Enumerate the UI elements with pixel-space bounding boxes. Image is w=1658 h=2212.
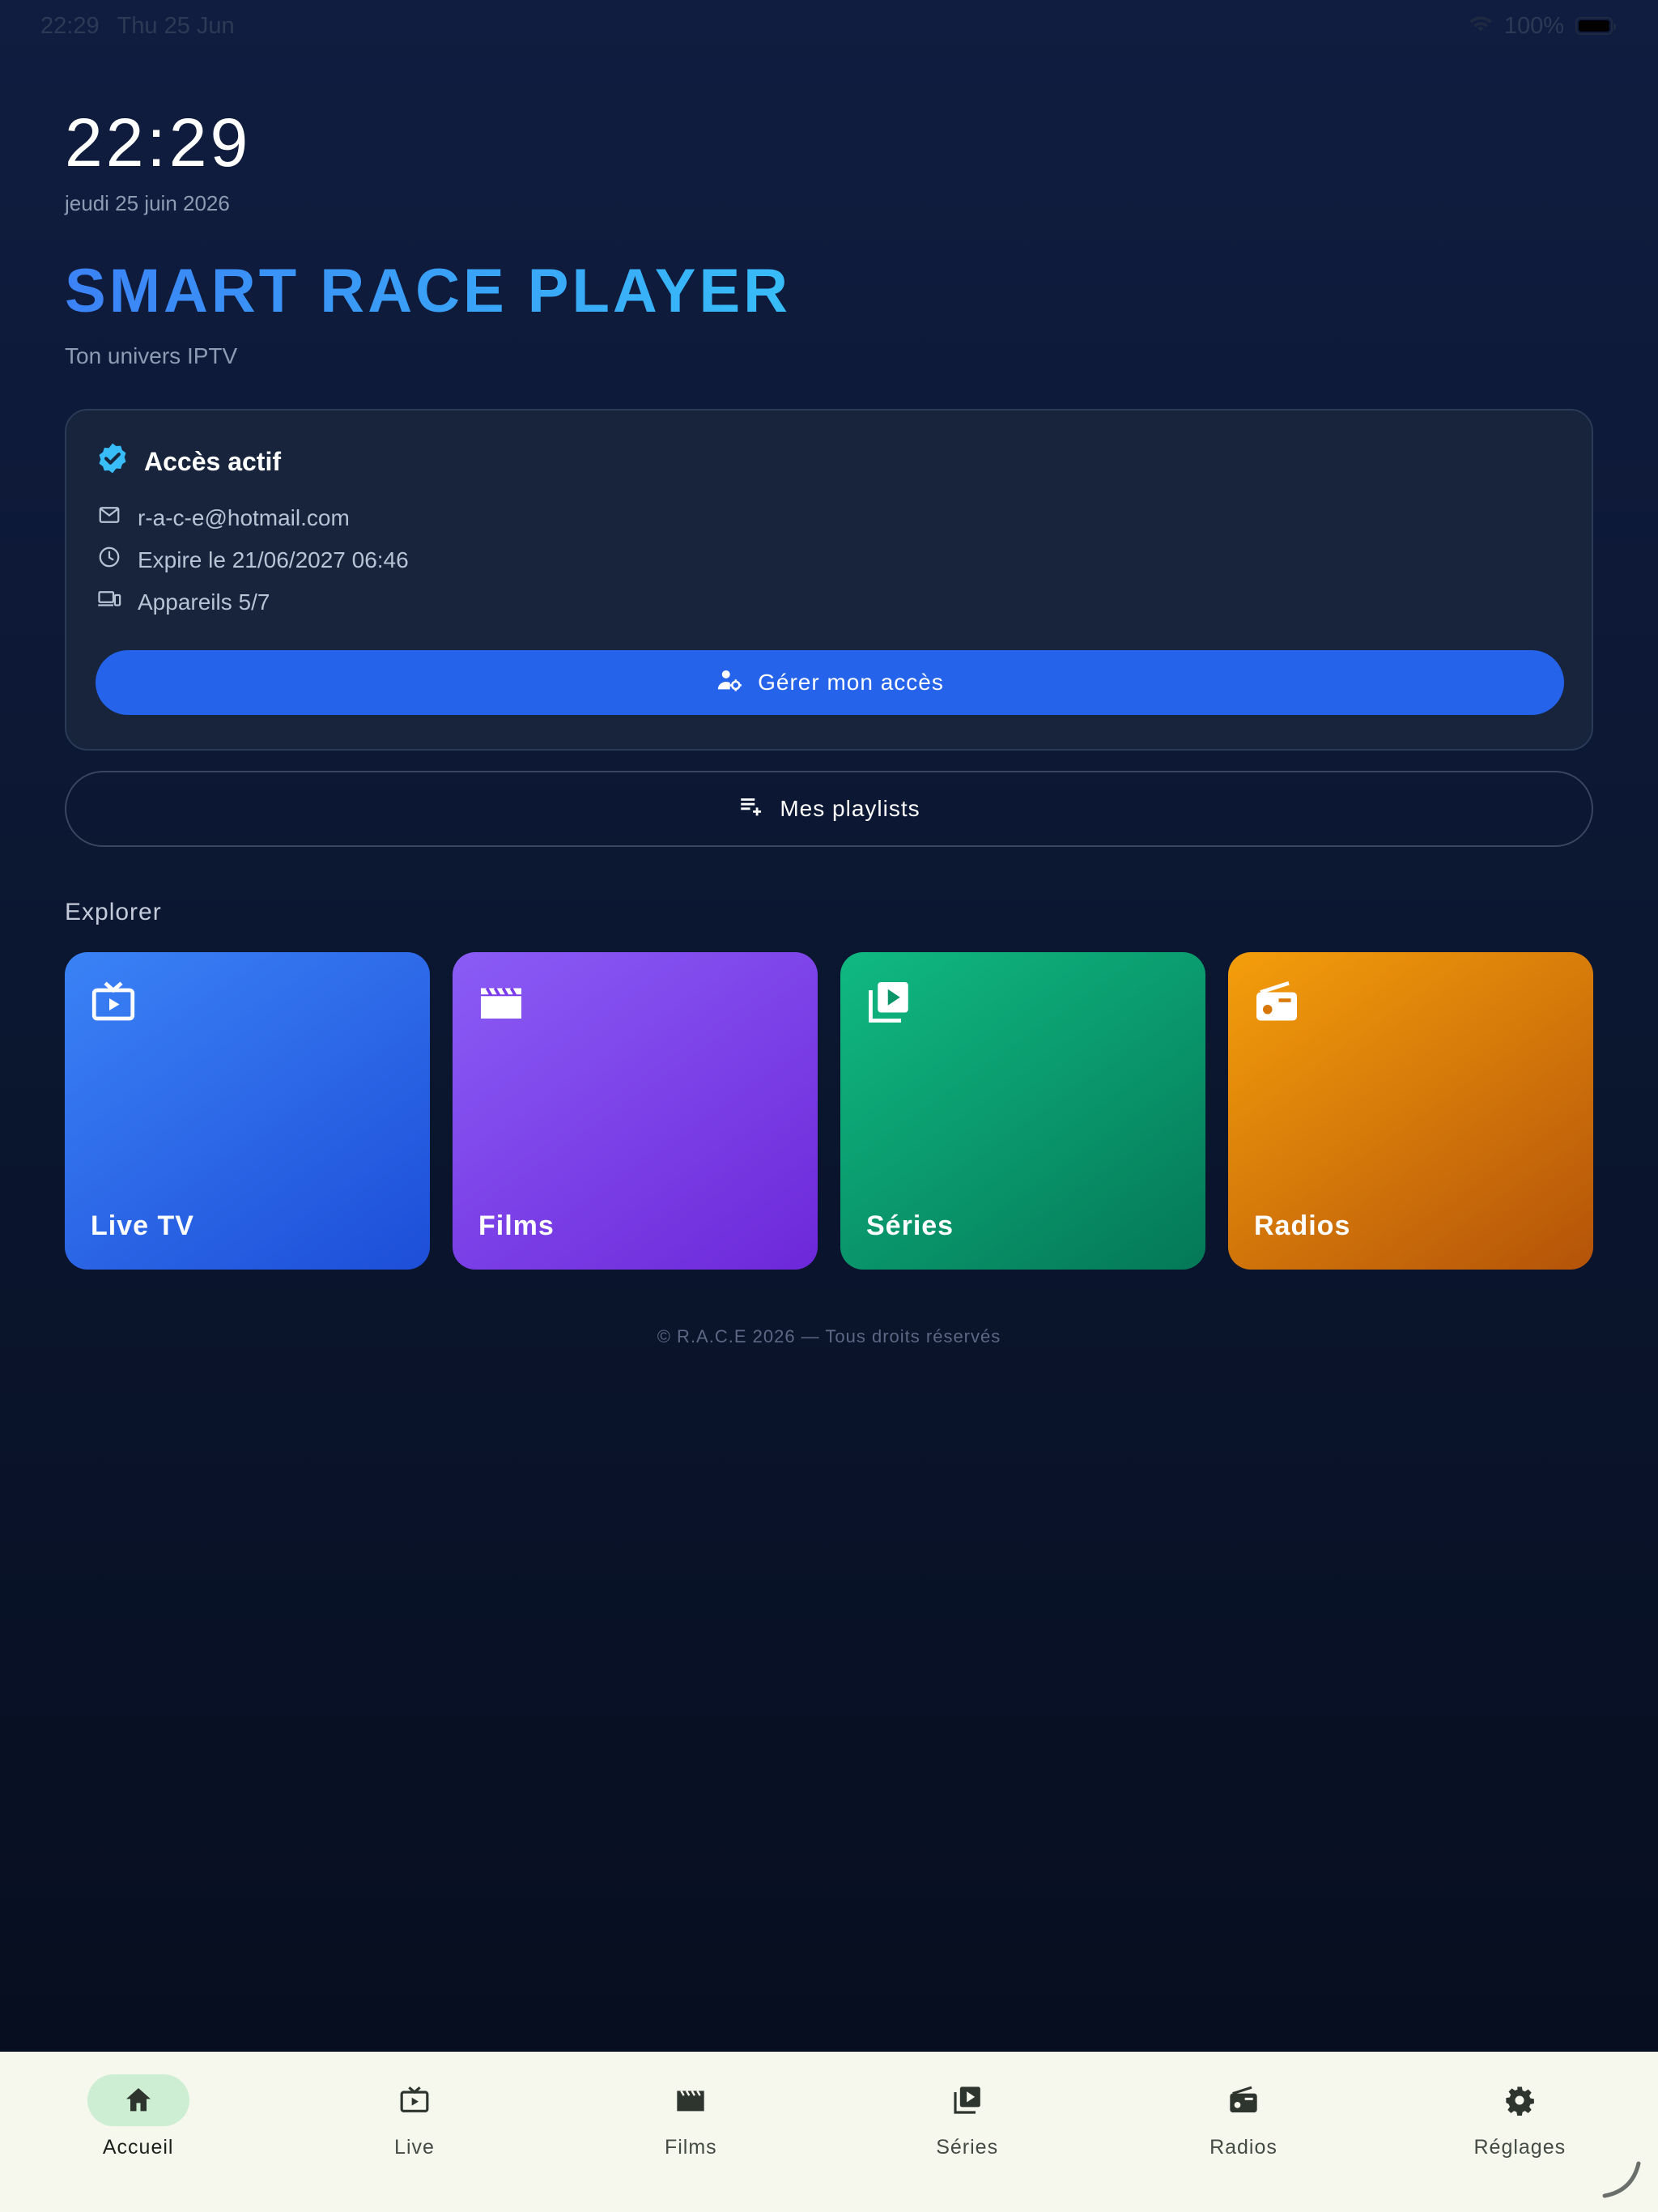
manage-account-icon (716, 666, 743, 700)
nav-item-radios[interactable]: Radios (1105, 2052, 1381, 2212)
nav-label: Accueil (102, 2136, 174, 2159)
expiry-row: Expire le 21/06/2027 06:46 (97, 545, 409, 575)
copyright: © R.A.C.E 2026 — Tous droits réservés (657, 1326, 1001, 1346)
series-icon (865, 978, 913, 1027)
manage-access-button[interactable]: Gérer mon accès (96, 650, 1564, 715)
status-bar: 22:29 Thu 25 Jun 100% (0, 0, 1658, 52)
playlist-add-icon (738, 793, 765, 826)
devices-icon (97, 587, 121, 617)
battery-percent: 100% (1503, 12, 1564, 39)
explore-tiles: Live TV Films Séries Radios (65, 952, 1593, 1270)
devices-row: Appareils 5/7 (97, 587, 270, 617)
app-title: SMART RACE PLAYER (65, 257, 792, 325)
tile-label: Live TV (91, 1210, 194, 1241)
status-date: Thu 25 Jun (117, 12, 235, 39)
nav-label: Séries (936, 2136, 999, 2159)
nav-item-live[interactable]: Live (276, 2052, 552, 2212)
nav-label: Radios (1209, 2136, 1278, 2159)
movie-icon (477, 978, 525, 1027)
nav-label: Films (664, 2136, 717, 2159)
mail-icon (97, 503, 121, 533)
clock-icon (97, 545, 121, 575)
current-date: jeudi 25 juin 2026 (65, 191, 230, 215)
account-email: r-a-c-e@hotmail.com (138, 504, 350, 530)
home-icon (87, 2074, 189, 2126)
my-playlists-label: Mes playlists (780, 796, 920, 821)
my-playlists-button[interactable]: Mes playlists (65, 771, 1593, 847)
wifi-icon (1469, 13, 1493, 40)
explore-title: Explorer (65, 899, 162, 925)
gear-icon (1469, 2074, 1571, 2126)
clock: 22:29 (65, 104, 252, 181)
tagline: Ton univers IPTV (65, 343, 238, 368)
devices-count: Appareils 5/7 (138, 589, 270, 615)
series-icon (916, 2074, 1018, 2126)
status-time: 22:29 (40, 12, 100, 39)
tile-radios[interactable]: Radios (1228, 952, 1593, 1270)
tile-series[interactable]: Séries (840, 952, 1205, 1270)
manage-access-label: Gérer mon accès (758, 670, 944, 695)
live-tv-icon (363, 2074, 466, 2126)
live-tv-icon (89, 978, 138, 1027)
nav-item-accueil[interactable]: Accueil (0, 2052, 276, 2212)
nav-item-films[interactable]: Films (553, 2052, 829, 2212)
nav-label: Live (394, 2136, 435, 2159)
nav-label: Réglages (1473, 2136, 1567, 2159)
tile-films[interactable]: Films (453, 952, 818, 1270)
tile-label: Films (478, 1210, 555, 1241)
nav-item-series[interactable]: Séries (829, 2052, 1105, 2212)
verified-icon (96, 441, 130, 482)
movie-icon (640, 2074, 742, 2126)
battery-icon (1575, 17, 1616, 35)
radio-icon (1252, 978, 1301, 1027)
email-row: r-a-c-e@hotmail.com (97, 503, 350, 533)
expiry-date: Expire le 21/06/2027 06:46 (138, 547, 409, 572)
access-title: Accès actif (144, 446, 281, 476)
access-card: Accès actif r-a-c-e@hotmail.com Expire l… (65, 409, 1593, 751)
tile-label: Séries (866, 1210, 954, 1241)
access-title-row: Accès actif (96, 441, 281, 482)
tile-label: Radios (1254, 1210, 1351, 1241)
radio-icon (1192, 2074, 1295, 2126)
tile-live-tv[interactable]: Live TV (65, 952, 430, 1270)
bottom-navigation: Accueil Live Films Séries Radios Réglage… (0, 2052, 1658, 2212)
resize-handle-icon (1598, 2154, 1647, 2202)
